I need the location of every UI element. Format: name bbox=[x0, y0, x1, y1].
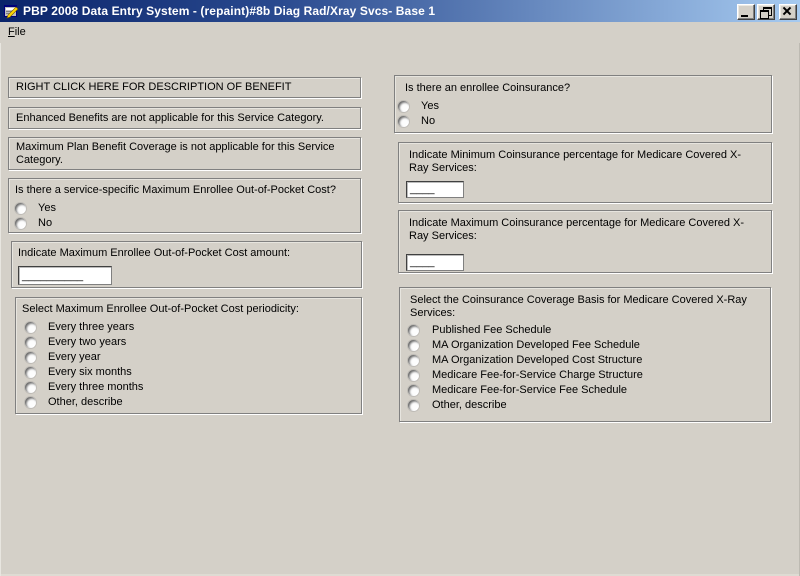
radio-ma-developed-fee-schedule-icon[interactable] bbox=[408, 340, 419, 351]
window-title: PBP 2008 Data Entry System - (repaint)#8… bbox=[23, 4, 436, 18]
oop-amount-label: Indicate Maximum Enrollee Out-of-Pocket … bbox=[18, 247, 291, 259]
max-coinsurance-input[interactable]: ____ bbox=[406, 254, 464, 271]
radio-medicare-ffs-fee-schedule-icon[interactable] bbox=[408, 385, 419, 396]
oop-amount-input-value: __________ bbox=[22, 270, 84, 282]
radio-every-year-icon[interactable] bbox=[25, 352, 36, 363]
periodicity-option-every-six-months[interactable]: Every six months bbox=[25, 365, 355, 380]
oop-question-option-no[interactable]: No bbox=[15, 216, 354, 231]
basis-other-label[interactable]: Other, describe bbox=[432, 399, 507, 412]
basis-option-medicare-ffs-fee-schedule[interactable]: Medicare Fee-for-Service Fee Schedule bbox=[408, 383, 760, 398]
periodicity-option-other[interactable]: Other, describe bbox=[25, 395, 355, 410]
min-coinsurance-input[interactable]: ____ bbox=[406, 181, 464, 198]
min-coinsurance-input-value: ____ bbox=[410, 183, 435, 195]
coinsurance-yes-label[interactable]: Yes bbox=[421, 100, 439, 113]
note-enhanced-benefits-label: Enhanced Benefits are not applicable for… bbox=[16, 111, 324, 124]
every-year-label[interactable]: Every year bbox=[48, 351, 101, 364]
periodicity-option-every-two-years[interactable]: Every two years bbox=[25, 335, 355, 350]
oop-periodicity-label: Select Maximum Enrollee Out-of-Pocket Co… bbox=[22, 303, 299, 315]
note-max-plan-benefit: Maximum Plan Benefit Coverage is not app… bbox=[8, 137, 361, 170]
periodicity-option-every-three-years[interactable]: Every three years bbox=[25, 320, 355, 335]
every-two-years-label[interactable]: Every two years bbox=[48, 336, 126, 349]
radio-oop-no-icon[interactable] bbox=[15, 218, 26, 229]
max-coinsurance-input-value: ____ bbox=[410, 256, 435, 268]
minimize-button[interactable] bbox=[737, 4, 755, 20]
published-fee-schedule-label[interactable]: Published Fee Schedule bbox=[432, 324, 551, 337]
application-icon bbox=[4, 5, 19, 19]
basis-option-medicare-ffs-charge-structure[interactable]: Medicare Fee-for-Service Charge Structur… bbox=[408, 368, 760, 383]
close-button[interactable] bbox=[779, 4, 797, 20]
group-oop-question: Is there a service-specific Maximum Enro… bbox=[8, 178, 361, 233]
note-enhanced-benefits: Enhanced Benefits are not applicable for… bbox=[8, 107, 361, 129]
menu-file[interactable]: File bbox=[0, 24, 33, 41]
radio-every-three-months-icon[interactable] bbox=[25, 382, 36, 393]
basis-option-ma-developed-fee-schedule[interactable]: MA Organization Developed Fee Schedule bbox=[408, 338, 760, 353]
basis-option-published-fee-schedule[interactable]: Published Fee Schedule bbox=[408, 323, 760, 338]
radio-coinsurance-yes-icon[interactable] bbox=[398, 101, 409, 112]
radio-every-two-years-icon[interactable] bbox=[25, 337, 36, 348]
periodicity-other-label[interactable]: Other, describe bbox=[48, 396, 123, 409]
every-three-months-label[interactable]: Every three months bbox=[48, 381, 143, 394]
titlebar[interactable]: PBP 2008 Data Entry System - (repaint)#8… bbox=[0, 0, 800, 22]
oop-amount-input[interactable]: __________ bbox=[18, 266, 112, 285]
group-oop-periodicity: Select Maximum Enrollee Out-of-Pocket Co… bbox=[15, 297, 362, 414]
coinsurance-question-label: Is there an enrollee Coinsurance? bbox=[405, 82, 571, 94]
radio-medicare-ffs-charge-structure-icon[interactable] bbox=[408, 370, 419, 381]
description-banner[interactable]: RIGHT CLICK HERE FOR DESCRIPTION OF BENE… bbox=[8, 77, 361, 98]
coinsurance-option-yes[interactable]: Yes bbox=[398, 99, 761, 114]
periodicity-option-every-three-months[interactable]: Every three months bbox=[25, 380, 355, 395]
periodicity-option-every-year[interactable]: Every year bbox=[25, 350, 355, 365]
basis-option-other[interactable]: Other, describe bbox=[408, 398, 760, 413]
every-six-months-label[interactable]: Every six months bbox=[48, 366, 132, 379]
radio-oop-yes-icon[interactable] bbox=[15, 203, 26, 214]
medicare-ffs-fee-schedule-label[interactable]: Medicare Fee-for-Service Fee Schedule bbox=[432, 384, 627, 397]
radio-basis-other-icon[interactable] bbox=[408, 400, 419, 411]
min-coinsurance-label: Indicate Minimum Coinsurance percentage … bbox=[409, 149, 741, 174]
medicare-ffs-charge-structure-label[interactable]: Medicare Fee-for-Service Charge Structur… bbox=[432, 369, 643, 382]
ma-developed-cost-structure-label[interactable]: MA Organization Developed Cost Structure bbox=[432, 354, 642, 367]
group-min-coinsurance: Indicate Minimum Coinsurance percentage … bbox=[398, 142, 772, 203]
application-window: PBP 2008 Data Entry System - (repaint)#8… bbox=[0, 0, 800, 576]
max-coinsurance-label: Indicate Maximum Coinsurance percentage … bbox=[409, 217, 745, 242]
coverage-basis-label: Select the Coinsurance Coverage Basis fo… bbox=[410, 294, 747, 319]
radio-published-fee-schedule-icon[interactable] bbox=[408, 325, 419, 336]
radio-ma-developed-cost-structure-icon[interactable] bbox=[408, 355, 419, 366]
oop-no-label[interactable]: No bbox=[38, 217, 52, 230]
group-coinsurance-question: Is there an enrollee Coinsurance? Yes No bbox=[394, 75, 772, 133]
oop-question-label: Is there a service-specific Maximum Enro… bbox=[15, 184, 336, 196]
restore-button[interactable] bbox=[757, 4, 775, 20]
oop-question-option-yes[interactable]: Yes bbox=[15, 201, 354, 216]
every-three-years-label[interactable]: Every three years bbox=[48, 321, 134, 334]
group-max-coinsurance: Indicate Maximum Coinsurance percentage … bbox=[398, 210, 772, 273]
group-coverage-basis: Select the Coinsurance Coverage Basis fo… bbox=[399, 287, 771, 422]
radio-every-six-months-icon[interactable] bbox=[25, 367, 36, 378]
radio-coinsurance-no-icon[interactable] bbox=[398, 116, 409, 127]
note-max-plan-benefit-label: Maximum Plan Benefit Coverage is not app… bbox=[16, 141, 335, 166]
menubar: File bbox=[0, 22, 800, 43]
radio-periodicity-other-icon[interactable] bbox=[25, 397, 36, 408]
coinsurance-option-no[interactable]: No bbox=[398, 114, 761, 129]
group-oop-amount: Indicate Maximum Enrollee Out-of-Pocket … bbox=[11, 241, 362, 288]
oop-yes-label[interactable]: Yes bbox=[38, 202, 56, 215]
close-icon bbox=[782, 6, 792, 16]
description-banner-label: RIGHT CLICK HERE FOR DESCRIPTION OF BENE… bbox=[16, 81, 292, 93]
basis-option-ma-developed-cost-structure[interactable]: MA Organization Developed Cost Structure bbox=[408, 353, 760, 368]
minimize-icon bbox=[741, 15, 748, 17]
coinsurance-no-label[interactable]: No bbox=[421, 115, 435, 128]
ma-developed-fee-schedule-label[interactable]: MA Organization Developed Fee Schedule bbox=[432, 339, 640, 352]
radio-every-three-years-icon[interactable] bbox=[25, 322, 36, 333]
